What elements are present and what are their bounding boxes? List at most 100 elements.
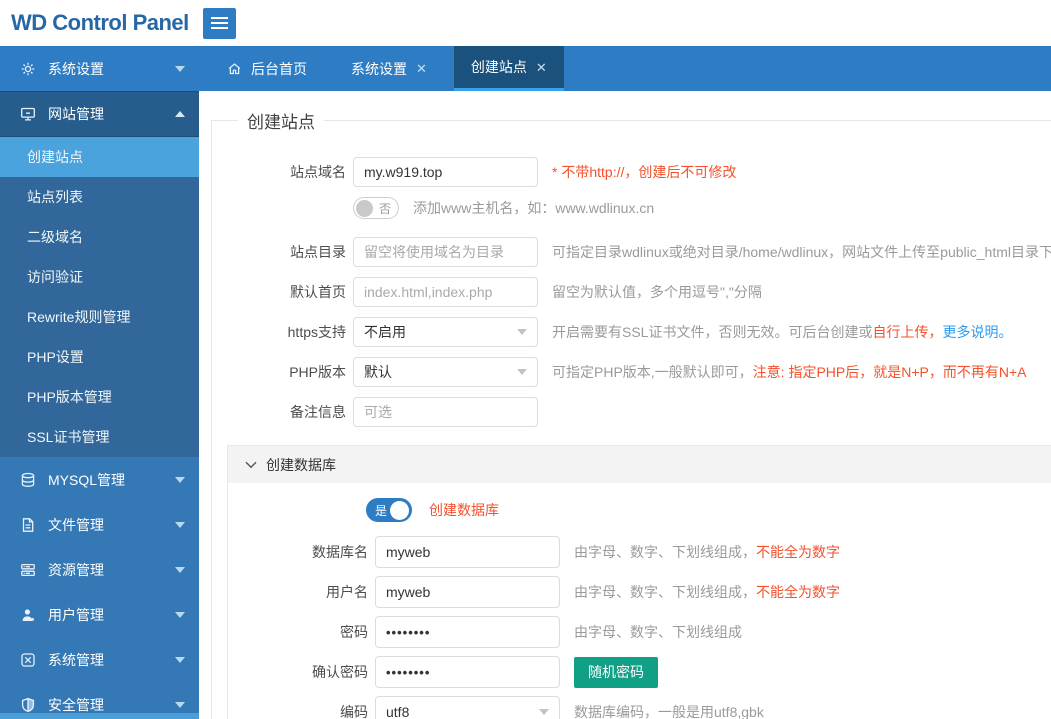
file-icon — [20, 517, 36, 533]
db-encoding-select[interactable]: utf8 — [375, 696, 560, 719]
form-row-db-encoding: 编码 utf8 数据库编码，一般是用utf8,gbk — [228, 696, 1051, 719]
remark-label: 备注信息 — [212, 402, 353, 422]
sidebar: 系统设置 网站管理 创建站点 站点列表 二级域名 访问验证 Rewrite规 — [0, 46, 199, 719]
app-logo: WD Control Panel — [11, 10, 189, 36]
db-encoding-value: utf8 — [386, 704, 409, 719]
domain-label: 站点域名 — [212, 162, 353, 182]
sidebar-subitem-subdomain[interactable]: 二级域名 — [0, 217, 199, 257]
sidebar-item-label: 网站管理 — [48, 104, 104, 124]
sidebar-subitem-rewrite-rules[interactable]: Rewrite规则管理 — [0, 297, 199, 337]
form-row-php: PHP版本 默认 可指定PHP版本,一般默认即可，注意: 指定PHP后，就是N+… — [212, 357, 1051, 387]
sidebar-item-files[interactable]: 文件管理 — [0, 502, 199, 547]
close-icon[interactable]: ✕ — [536, 61, 547, 74]
https-select[interactable]: 不启用 — [353, 317, 538, 347]
menu-toggle-button[interactable] — [203, 8, 236, 39]
chevron-up-icon — [175, 111, 185, 117]
db-user-label: 用户名 — [228, 582, 375, 602]
upload-cert-link[interactable]: 自行上传， — [872, 324, 942, 340]
form-row-db-confirm: 确认密码 随机密码 — [228, 656, 1051, 688]
db-password-label: 密码 — [228, 622, 375, 642]
sidebar-item-mysql[interactable]: MYSQL管理 — [0, 457, 199, 502]
php-version-select[interactable]: 默认 — [353, 357, 538, 387]
index-page-input[interactable] — [353, 277, 538, 307]
php-select-value: 默认 — [364, 362, 392, 382]
form-row-db-password: 密码 由字母、数字、下划线组成 — [228, 616, 1051, 648]
toggle-knob — [356, 200, 373, 217]
create-db-section-title: 创建数据库 — [266, 455, 336, 475]
chevron-down-icon — [517, 329, 527, 335]
sidebar-item-system-settings[interactable]: 系统设置 — [0, 46, 199, 91]
app-header: WD Control Panel — [0, 0, 1051, 46]
gear-icon — [20, 61, 36, 77]
form-row-https: https支持 不启用 开启需要有SSL证书文件，否则无效。可后台创建或自行上传… — [212, 317, 1051, 347]
www-toggle[interactable]: 否 — [353, 197, 399, 219]
create-site-form: 创建站点 站点域名 * 不带http://，创建后不可修改 否 添加www主机 — [211, 108, 1051, 719]
domain-input[interactable] — [353, 157, 538, 187]
tab-home[interactable]: 后台首页 — [210, 46, 324, 91]
db-password-input[interactable] — [375, 616, 560, 648]
sidebar-subitem-site-list[interactable]: 站点列表 — [0, 177, 199, 217]
db-name-input[interactable] — [375, 536, 560, 568]
sidebar-subitem-ssl-certs[interactable]: SSL证书管理 — [0, 417, 199, 457]
sidebar-submenu-website: 创建站点 站点列表 二级域名 访问验证 Rewrite规则管理 PHP设置 PH… — [0, 137, 199, 457]
site-dir-label: 站点目录 — [212, 242, 353, 262]
chevron-down-icon — [175, 657, 185, 663]
sidebar-item-system[interactable]: 系统管理 — [0, 637, 199, 682]
form-row-www-toggle: 否 添加www主机名，如：www.wdlinux.cn — [353, 197, 1051, 219]
remark-input[interactable] — [353, 397, 538, 427]
user-icon — [20, 607, 36, 623]
tools-icon — [20, 652, 36, 668]
sidebar-item-website-management[interactable]: 网站管理 — [0, 91, 199, 137]
form-row-db-user: 用户名 由字母、数字、下划线组成，不能全为数字 — [228, 576, 1051, 608]
sidebar-subitem-create-site[interactable]: 创建站点 — [0, 137, 199, 177]
tab-create-site[interactable]: 创建站点 ✕ — [454, 46, 564, 91]
db-confirm-input[interactable] — [375, 656, 560, 688]
db-confirm-label: 确认密码 — [228, 662, 375, 682]
chevron-down-icon — [175, 702, 185, 708]
hamburger-icon — [211, 17, 228, 19]
db-encoding-hint: 数据库编码，一般是用utf8,gbk — [574, 702, 764, 719]
home-icon — [227, 61, 242, 76]
chevron-down-icon — [175, 522, 185, 528]
toggle-state-label: 否 — [379, 200, 391, 217]
site-dir-hint: 可指定目录wdlinux或绝对目录/home/wdlinux，网站文件上传至pu… — [552, 242, 1051, 262]
sidebar-item-users[interactable]: 用户管理 — [0, 592, 199, 637]
app-window: WD Control Panel 系统设置 — [0, 0, 1051, 719]
create-db-toggle[interactable]: 是 — [366, 498, 412, 522]
form-row-remark: 备注信息 — [212, 397, 1051, 427]
more-info-link[interactable]: 更多说明。 — [942, 324, 1012, 340]
db-password-hint: 由字母、数字、下划线组成 — [574, 622, 742, 642]
monitor-icon — [20, 106, 36, 122]
close-icon[interactable]: ✕ — [416, 62, 427, 75]
create-db-section-header[interactable]: 创建数据库 — [228, 446, 1051, 483]
chevron-down-icon — [175, 567, 185, 573]
db-encoding-label: 编码 — [228, 702, 375, 719]
domain-note: * 不带http://，创建后不可修改 — [552, 162, 736, 182]
chevron-down-icon — [175, 477, 185, 483]
sidebar-item-resources[interactable]: 资源管理 — [0, 547, 199, 592]
chevron-down-icon — [245, 461, 257, 469]
create-db-toggle-label: 创建数据库 — [429, 500, 499, 520]
sidebar-subitem-php-settings[interactable]: PHP设置 — [0, 337, 199, 377]
form-row-domain: 站点域名 * 不带http://，创建后不可修改 — [212, 157, 1051, 187]
www-toggle-hint: 添加www主机名，如：www.wdlinux.cn — [413, 198, 654, 218]
https-hint: 开启需要有SSL证书文件，否则无效。可后台创建或自行上传，更多说明。 — [552, 322, 1012, 342]
php-hint: 可指定PHP版本,一般默认即可，注意: 指定PHP后，就是N+P，而不再有N+A — [552, 362, 1027, 382]
db-name-hint: 由字母、数字、下划线组成，不能全为数字 — [574, 542, 840, 562]
toggle-knob — [390, 501, 409, 520]
db-user-input[interactable] — [375, 576, 560, 608]
main-content: 创建站点 站点域名 * 不带http://，创建后不可修改 否 添加www主机 — [199, 91, 1051, 719]
sidebar-subitem-php-versions[interactable]: PHP版本管理 — [0, 377, 199, 417]
form-title: 创建站点 — [238, 108, 324, 133]
site-dir-input[interactable] — [353, 237, 538, 267]
sidebar-subitem-access-auth[interactable]: 访问验证 — [0, 257, 199, 297]
form-row-index-page: 默认首页 留空为默认值，多个用逗号","分隔 — [212, 277, 1051, 307]
tab-system-settings[interactable]: 系统设置 ✕ — [334, 46, 444, 91]
form-row-db-name: 数据库名 由字母、数字、下划线组成，不能全为数字 — [228, 536, 1051, 568]
https-label: https支持 — [212, 322, 353, 342]
database-icon — [20, 472, 36, 488]
server-icon — [20, 562, 36, 578]
random-password-button[interactable]: 随机密码 — [574, 657, 658, 688]
toggle-state-label: 是 — [375, 502, 387, 519]
db-user-hint: 由字母、数字、下划线组成，不能全为数字 — [574, 582, 840, 602]
